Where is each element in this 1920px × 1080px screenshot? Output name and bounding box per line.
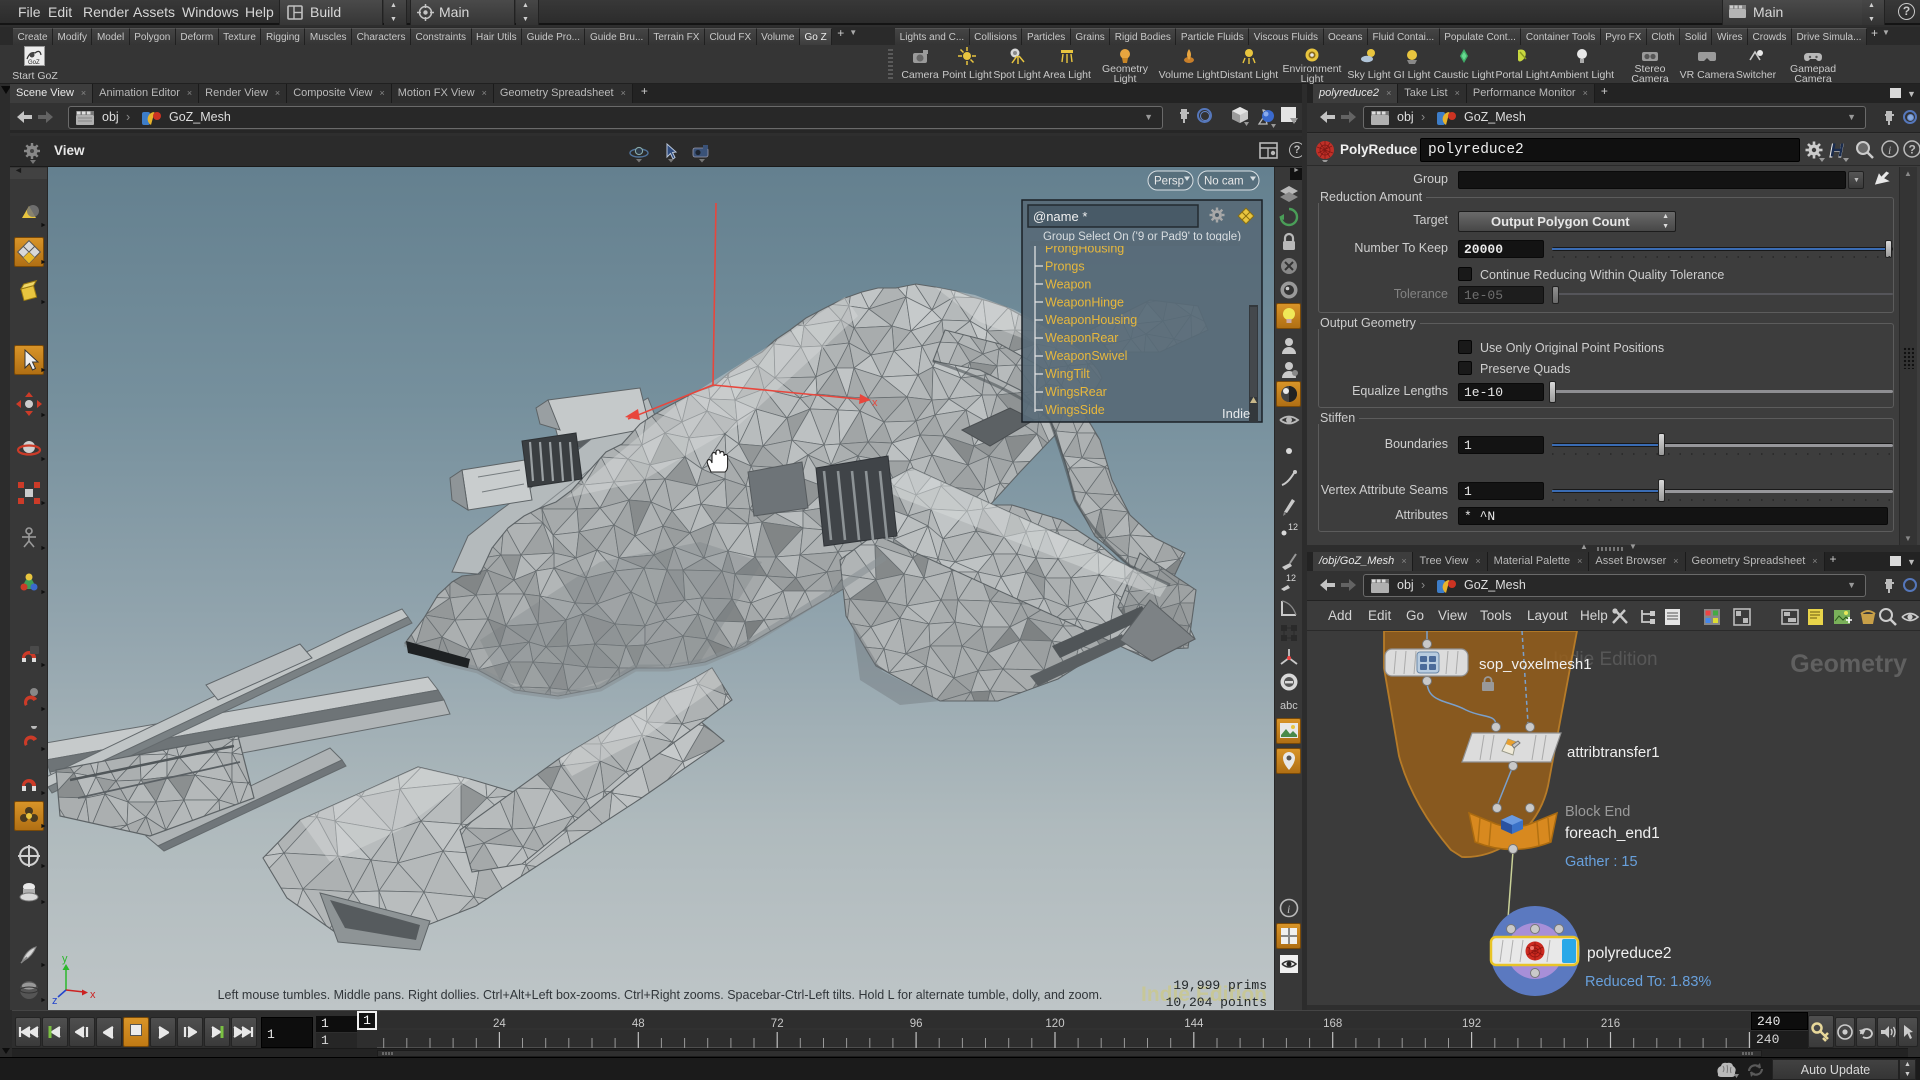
svg-text:sop_voxelmesh1: sop_voxelmesh1 bbox=[1479, 656, 1592, 673]
svg-text:abc: abc bbox=[1280, 700, 1298, 712]
svg-text:attribtransfer1: attribtransfer1 bbox=[1567, 744, 1660, 761]
svg-text:@name *: @name * bbox=[1033, 209, 1087, 224]
svg-text:12: 12 bbox=[1286, 573, 1296, 583]
svg-text:10,204 points: 10,204 points bbox=[1166, 995, 1267, 1010]
svg-text:polyreduce2: polyreduce2 bbox=[1587, 945, 1671, 962]
svg-text:WeaponSwivel: WeaponSwivel bbox=[1045, 349, 1127, 363]
svg-text:x: x bbox=[872, 397, 878, 409]
svg-text:WingTilt: WingTilt bbox=[1045, 367, 1090, 381]
svg-text:i: i bbox=[1287, 902, 1290, 916]
svg-text:12: 12 bbox=[1288, 522, 1298, 532]
svg-text:WingsRear: WingsRear bbox=[1045, 385, 1107, 399]
svg-text:Left mouse tumbles. Middle pan: Left mouse tumbles. Middle pans. Right d… bbox=[218, 988, 1103, 1002]
svg-text:x: x bbox=[90, 989, 96, 1001]
svg-text:Block End: Block End bbox=[1565, 804, 1630, 820]
svg-text:Persp: Persp bbox=[1154, 176, 1184, 188]
svg-text:WeaponRear: WeaponRear bbox=[1045, 331, 1118, 345]
svg-text:96: 96 bbox=[910, 1018, 923, 1030]
svg-text:19,999 prims: 19,999 prims bbox=[1173, 978, 1267, 993]
svg-text:H: H bbox=[1830, 141, 1844, 161]
svg-text:24: 24 bbox=[493, 1018, 506, 1030]
svg-text:Weapon: Weapon bbox=[1045, 277, 1091, 291]
svg-text:GoZ: GoZ bbox=[28, 60, 40, 66]
svg-text:Geometry: Geometry bbox=[1790, 650, 1907, 678]
svg-text:WeaponHousing: WeaponHousing bbox=[1045, 313, 1137, 327]
svg-text:120: 120 bbox=[1045, 1018, 1064, 1030]
svg-text:i: i bbox=[1888, 143, 1891, 157]
svg-text:foreach_end1: foreach_end1 bbox=[1565, 825, 1660, 842]
svg-text:Prongs: Prongs bbox=[1045, 259, 1085, 273]
svg-text:Indie: Indie bbox=[1222, 406, 1250, 421]
svg-text:WingsSide: WingsSide bbox=[1045, 403, 1105, 417]
svg-text:168: 168 bbox=[1323, 1018, 1342, 1030]
svg-text:Gather : 15: Gather : 15 bbox=[1565, 854, 1638, 870]
svg-text:z: z bbox=[52, 995, 58, 1007]
svg-text:72: 72 bbox=[771, 1018, 784, 1030]
svg-text:48: 48 bbox=[632, 1018, 645, 1030]
svg-text:216: 216 bbox=[1601, 1018, 1620, 1030]
svg-text:No cam: No cam bbox=[1204, 176, 1244, 188]
svg-text:y: y bbox=[62, 953, 68, 965]
svg-text:Reduced To: 1.83%: Reduced To: 1.83% bbox=[1585, 974, 1711, 990]
svg-text:?: ? bbox=[1909, 143, 1916, 157]
svg-text:144: 144 bbox=[1184, 1018, 1204, 1030]
svg-text:192: 192 bbox=[1462, 1018, 1481, 1030]
svg-text:WeaponHinge: WeaponHinge bbox=[1045, 295, 1124, 309]
